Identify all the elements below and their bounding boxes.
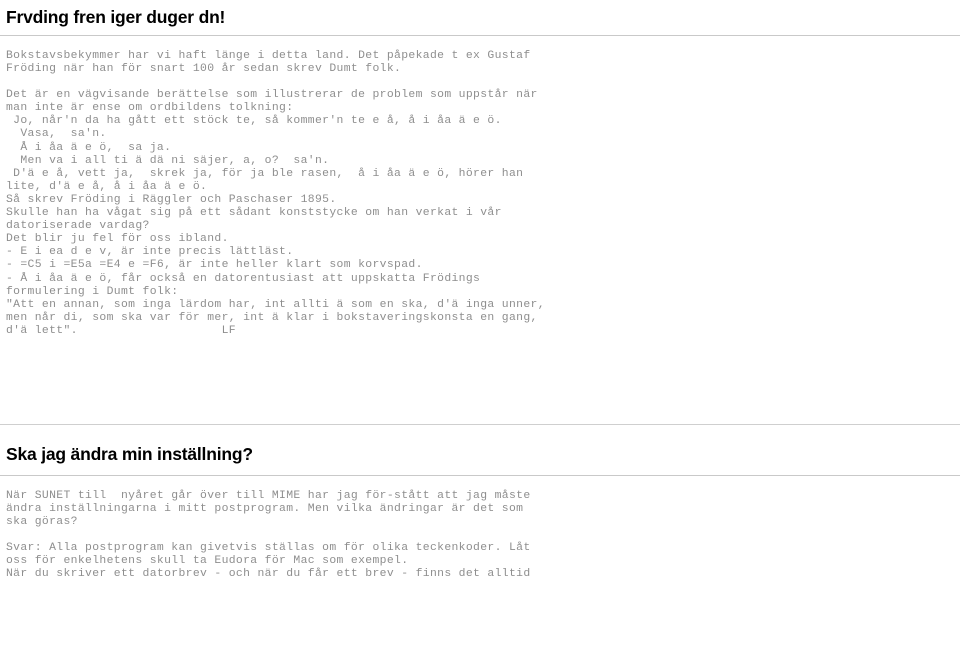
paragraph-answer: Svar: Alla postprogram kan givetvis stäl… <box>6 542 531 581</box>
section-title-settings: Ska jag ändra min inställning? <box>6 443 253 464</box>
document-page: Frvding fren iger duger dn! Bokstavsbeky… <box>0 0 960 649</box>
section-frodings-folk: Frvding fren iger duger dn! Bokstavsbeky… <box>0 0 960 338</box>
paragraph-story: Det är en vägvisande berättelse som illu… <box>6 89 545 337</box>
paragraph-question: När SUNET till nyåret går över till MIME… <box>6 489 531 529</box>
section-andra-installning: Ska jag ändra min inställning? När SUNET… <box>0 425 960 582</box>
paragraph-intro: Bokstavsbekymmer har vi haft länge i det… <box>6 50 531 76</box>
page-title: Frvding fren iger duger dn! <box>6 7 226 27</box>
